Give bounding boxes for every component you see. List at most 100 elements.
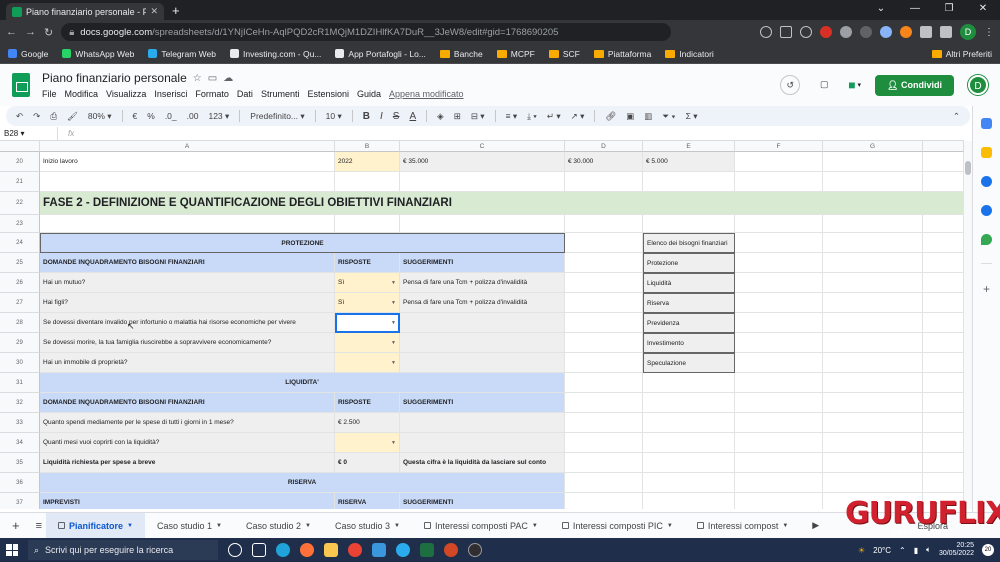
menu-item[interactable]: Estensioni (307, 89, 349, 99)
task-view-icon[interactable] (228, 543, 242, 557)
cell-f28[interactable] (735, 313, 823, 333)
cell-d25[interactable] (565, 253, 643, 273)
filter-icon[interactable]: ⏷ ▾ (662, 111, 675, 122)
scrollbar-thumb[interactable] (965, 161, 971, 175)
keep-icon[interactable] (981, 147, 992, 158)
cell-b35[interactable]: € 0 (335, 453, 400, 473)
cell-extra[interactable] (923, 273, 964, 293)
cell-a25[interactable]: DOMANDE INQUADRAMENTO BISOGNI FINANZIARI (40, 253, 335, 273)
cell-f23[interactable] (735, 215, 823, 233)
bookmark-star-icon[interactable] (800, 26, 812, 38)
borders-icon[interactable]: ⊞ (454, 111, 461, 122)
bold-icon[interactable]: B (363, 111, 370, 122)
row-header[interactable]: 31 (0, 373, 40, 393)
menu-item[interactable]: Inserisci (154, 89, 187, 99)
cell-a21[interactable] (40, 172, 335, 192)
row-header[interactable]: 20 (0, 152, 40, 172)
other-bookmarks[interactable]: Altri Preferiti (931, 49, 992, 59)
row-header[interactable]: 29 (0, 333, 40, 353)
cell-e34[interactable] (643, 433, 735, 453)
cell-e23[interactable] (643, 215, 735, 233)
cell-c33[interactable] (400, 413, 565, 433)
cell-g24[interactable] (823, 233, 923, 253)
ext-blue-icon[interactable] (880, 26, 892, 38)
column-header-extra[interactable] (923, 141, 964, 152)
profile-avatar[interactable]: D (960, 24, 976, 40)
cell-e32[interactable] (643, 393, 735, 413)
cell-b20[interactable]: 2022 (335, 152, 400, 172)
cell-a27[interactable]: Hai figli? (40, 293, 335, 313)
cell-extra[interactable] (923, 393, 964, 413)
cell-extra[interactable] (923, 473, 964, 493)
ext-grey-icon[interactable] (840, 26, 852, 38)
sheet-tab-menu-icon[interactable]: ▼ (782, 523, 788, 529)
cell-c37[interactable]: SUGGERIMENTI (400, 493, 565, 509)
sheet-tab[interactable]: Interessi composti PAC ▼ (412, 513, 550, 539)
cell-a34[interactable]: Quanti mesi vuoi coprirti con la liquidi… (40, 433, 335, 453)
currency-button[interactable]: € (133, 111, 138, 121)
close-window-icon[interactable]: ✕ (966, 0, 1000, 20)
cell-f35[interactable] (735, 453, 823, 473)
minimize-icon[interactable]: — (898, 0, 932, 20)
row-header[interactable]: 36 (0, 473, 40, 493)
comments-icon[interactable]: ▢ (814, 75, 834, 95)
cell-d20[interactable]: € 30.000 (565, 152, 643, 172)
bookmark-item[interactable]: Banche (439, 49, 483, 59)
cell-extra[interactable] (923, 215, 964, 233)
row-header[interactable]: 28 (0, 313, 40, 333)
sheet-tab-menu-icon[interactable]: ▼ (667, 523, 673, 529)
cell-e24[interactable]: Elenco dei bisogni finanziari (643, 233, 735, 253)
browser-tab[interactable]: Piano finanziario personale - Fog ✕ (6, 3, 164, 20)
increase-decimal-button[interactable]: .00 (187, 111, 199, 121)
row-header[interactable]: 26 (0, 273, 40, 293)
bookmark-item[interactable]: WhatsApp Web (62, 49, 134, 59)
column-header-d[interactable]: D (565, 141, 643, 152)
cell-b21[interactable] (335, 172, 400, 192)
cell-g35[interactable] (823, 453, 923, 473)
cell-f32[interactable] (735, 393, 823, 413)
cell-a32[interactable]: DOMANDE INQUADRAMENTO BISOGNI FINANZIARI (40, 393, 335, 413)
cell-c28[interactable] (400, 313, 565, 333)
cell-g21[interactable] (823, 172, 923, 192)
menu-item[interactable]: Dati (237, 89, 253, 99)
menu-item[interactable]: Visualizza (106, 89, 146, 99)
cell-c21[interactable] (400, 172, 565, 192)
cell-f29[interactable] (735, 333, 823, 353)
cell-a29[interactable]: Se dovessi morire, la tua famiglia riusc… (40, 333, 335, 353)
sheet-tab-menu-icon[interactable]: ▼ (532, 523, 538, 529)
sheet-tab[interactable]: Caso studio 1 ▼ (145, 513, 234, 539)
cell-g32[interactable] (823, 393, 923, 413)
sheets-logo-icon[interactable] (12, 73, 30, 97)
reload-icon[interactable]: ↻ (44, 26, 53, 39)
taskbar-search[interactable]: ⌕ Scrivi qui per eseguire la ricerca (28, 540, 218, 560)
account-avatar[interactable]: D (968, 75, 988, 95)
cell-extra[interactable] (923, 172, 964, 192)
sheet-tab[interactable]: Interessi compost ▼ (685, 513, 800, 539)
ext-puzzle-icon[interactable] (860, 26, 872, 38)
wrap-text-icon[interactable]: ↵ ▾ (547, 111, 561, 122)
cell-f30[interactable] (735, 353, 823, 373)
cell-g26[interactable] (823, 273, 923, 293)
row-header[interactable]: 22 (0, 192, 40, 215)
cell-g23[interactable] (823, 215, 923, 233)
cell-extra[interactable] (923, 373, 964, 393)
zoom-select[interactable]: 80% ▾ (88, 111, 112, 122)
menu-item[interactable]: Strumenti (261, 89, 300, 99)
powerpoint-icon[interactable] (444, 543, 458, 557)
cell-a26[interactable]: Hai un mutuo? (40, 273, 335, 293)
cell-a30[interactable]: Hai un immobile di proprietà? (40, 353, 335, 373)
bookmark-item[interactable]: SCF (548, 49, 580, 59)
redo-icon[interactable]: ↷ (33, 111, 40, 122)
menu-item[interactable]: Guida (357, 89, 381, 99)
menu-kebab-icon[interactable]: ⋮ (984, 27, 994, 38)
merge-cells-icon[interactable]: ⊟ ▾ (471, 111, 485, 122)
extensions-icon[interactable] (920, 26, 932, 38)
cell-f26[interactable] (735, 273, 823, 293)
close-tab-icon[interactable]: ✕ (150, 6, 158, 17)
cell-e33[interactable] (643, 413, 735, 433)
cell-c32[interactable]: SUGGERIMENTI (400, 393, 565, 413)
cell-c29[interactable] (400, 333, 565, 353)
cell-a23[interactable] (40, 215, 335, 233)
menu-item[interactable]: File (42, 89, 57, 99)
cell-e37[interactable] (643, 493, 735, 509)
